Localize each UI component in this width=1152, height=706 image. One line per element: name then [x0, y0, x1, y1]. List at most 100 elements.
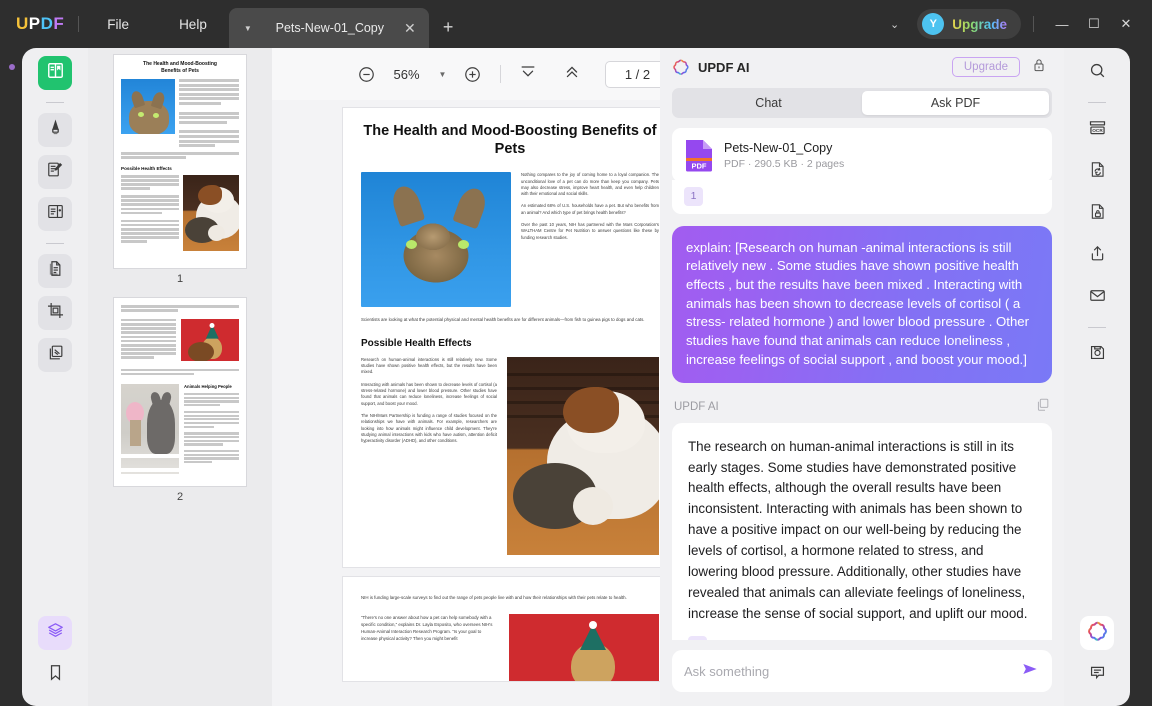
logo-letter-u: U [16, 14, 29, 33]
maximize-icon[interactable]: ☐ [1078, 9, 1110, 39]
sidebar-item-bookmark[interactable] [38, 658, 72, 692]
ai-conversation[interactable]: PDF Pets-New-01_Copy PDF · 290.5 KB · 2 … [660, 128, 1064, 640]
status-dot [9, 64, 15, 70]
updf-ai-icon [672, 58, 690, 76]
toolbar-separator [499, 65, 501, 83]
lock-document-icon [1088, 202, 1107, 226]
sidebar-item-reader[interactable] [38, 56, 72, 90]
document-tab[interactable]: ▼ Pets-New-01_Copy ✕ [228, 8, 429, 48]
scroll-top-button[interactable] [555, 57, 589, 91]
new-tab-button[interactable]: + [443, 17, 454, 38]
sidebar-item-edit-pdf[interactable] [38, 155, 72, 189]
intro-paragraph-1: Nothing compares to the joy of coming ho… [521, 172, 659, 197]
file-meta: PDF · 290.5 KB · 2 pages [724, 157, 845, 170]
sidebar-item-layers[interactable] [38, 616, 72, 650]
book-reader-icon [46, 61, 65, 85]
sidebar-item-crop[interactable] [38, 296, 72, 330]
thumbnail-panel[interactable]: The Health and Mood-Boosting Benefits of … [88, 48, 272, 706]
page-title: The Health and Mood-Boosting Benefits of… [363, 123, 657, 158]
dog-head-patch [563, 386, 619, 433]
window-divider [1033, 16, 1034, 32]
highlighter-pen-icon [46, 118, 65, 142]
sidebar-item-batch[interactable] [38, 338, 72, 372]
ai-composer [660, 640, 1064, 706]
upgrade-button[interactable]: Y Upgrade [917, 9, 1021, 39]
tool-search[interactable] [1080, 56, 1114, 90]
close-icon[interactable]: ✕ [401, 20, 419, 37]
tool-ocr[interactable]: OCR [1080, 113, 1114, 147]
table-row[interactable]: Animals Helping People [113, 297, 247, 487]
compress-refresh-icon [1088, 160, 1107, 184]
minimize-icon[interactable]: — [1046, 9, 1078, 39]
chevron-down-icon-zoom[interactable]: ▼ [430, 70, 456, 79]
section-row: Research on human-animal interactions is… [361, 356, 659, 555]
page2-paragraph-1: NIH is funding large-scale surveys to fi… [361, 594, 627, 600]
file-info: Pets-New-01_Copy PDF · 290.5 KB · 2 page… [724, 141, 844, 170]
chevron-down-icon[interactable]: ▼ [237, 17, 259, 39]
user-message-bubble: explain: [Research on human -animal inte… [672, 225, 1052, 383]
tool-comments[interactable] [1080, 658, 1114, 692]
ai-settings-button[interactable] [1026, 57, 1052, 78]
tool-updf-ai[interactable] [1080, 616, 1114, 650]
search-icon [1088, 61, 1107, 85]
copy-button[interactable] [1035, 397, 1050, 417]
section-paragraph-2: Interacting with animals has been shown … [361, 381, 497, 406]
zoom-in-button[interactable] [456, 57, 490, 91]
left-edge-rail [0, 48, 22, 706]
left-tool-column [22, 48, 88, 706]
table-row[interactable]: The Health and Mood-Boosting Benefits of … [113, 54, 247, 269]
file-name: Pets-New-01_Copy [724, 140, 833, 155]
tool-compress[interactable] [1080, 155, 1114, 189]
close-window-icon[interactable]: ✕ [1110, 9, 1142, 39]
send-paper-plane-icon [1020, 659, 1040, 684]
search-input[interactable] [684, 663, 1020, 679]
main-body: The Health and Mood-Boosting Benefits of … [0, 48, 1152, 706]
tool-protect[interactable] [1080, 197, 1114, 231]
fit-page-icon [518, 62, 538, 87]
ai-mode-tabs: Chat Ask PDF [672, 88, 1052, 118]
intro-paragraph-2: An estimated 68% of U.S. households have… [521, 203, 659, 215]
tool-email[interactable] [1080, 281, 1114, 315]
ocr-icon: OCR [1087, 117, 1108, 143]
menu-file[interactable]: File [93, 11, 143, 38]
layers-icon [46, 621, 65, 645]
intro-text-column: Nothing compares to the joy of coming ho… [521, 172, 659, 307]
pdf-page-2: NIH is funding large-scale surveys to fi… [343, 576, 677, 681]
pdf-file-icon: PDF [684, 138, 714, 172]
sidebar-item-organize[interactable] [38, 197, 72, 231]
section-paragraph-3: The NIH/Mars Partnership is funding a ra… [361, 412, 497, 444]
tab-strip: ▼ Pets-New-01_Copy ✕ + [228, 0, 454, 48]
tool-share[interactable] [1080, 239, 1114, 273]
zoom-level[interactable]: 56% [384, 67, 430, 82]
ai-upgrade-button[interactable]: Upgrade [951, 57, 1020, 77]
logo-letter-d: D [40, 14, 54, 33]
envelope-icon [1088, 286, 1107, 310]
tab-chat[interactable]: Chat [675, 91, 862, 115]
avatar: Y [922, 13, 945, 35]
send-button[interactable] [1020, 659, 1040, 684]
composer-box[interactable] [672, 650, 1052, 692]
cat-eye-left [406, 239, 417, 249]
chevron-down-icon-account[interactable]: ⌄ [878, 12, 911, 37]
citation-badge[interactable]: 1 [684, 186, 703, 206]
assistant-message-bubble: The research on human-animal interaction… [672, 422, 1052, 640]
right-tool-column: OCR [1064, 48, 1130, 706]
svg-text:PDF: PDF [692, 162, 707, 171]
sidebar-item-annotate[interactable] [38, 113, 72, 147]
tab-ask-pdf[interactable]: Ask PDF [862, 91, 1049, 115]
share-upload-icon [1088, 244, 1107, 268]
attached-file-card[interactable]: PDF Pets-New-01_Copy PDF · 290.5 KB · 2 … [672, 128, 1052, 182]
right-rail-separator-2 [1088, 327, 1106, 328]
menu-help[interactable]: Help [165, 11, 221, 38]
rail-separator-1 [46, 102, 64, 103]
fit-page-button[interactable] [511, 57, 545, 91]
intro-row: Nothing compares to the joy of coming ho… [361, 172, 659, 308]
lock-icon [1031, 57, 1047, 78]
floppy-save-icon [1088, 343, 1107, 367]
sidebar-item-convert[interactable] [38, 254, 72, 288]
santa-hat-pom [589, 621, 597, 630]
ai-panel: UPDF AI Upgrade Chat Ask PDF PDF Pets-Ne… [660, 48, 1064, 706]
tool-save[interactable] [1080, 338, 1114, 372]
zoom-out-button[interactable] [350, 57, 384, 91]
upgrade-label: Upgrade [952, 16, 1007, 32]
